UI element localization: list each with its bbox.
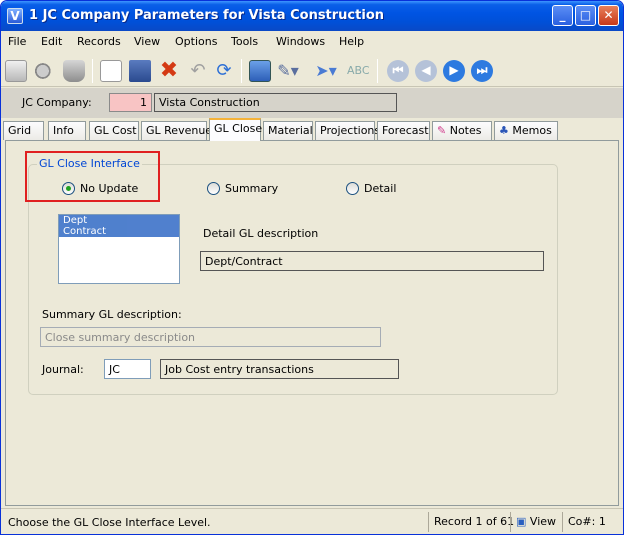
gl-close-panel: GL Close Interface No Update Summary Det…	[5, 140, 619, 506]
menu-edit[interactable]: Edit	[41, 35, 62, 48]
menu-bar: File Edit Records View Options Tools Win…	[1, 31, 623, 53]
record-counter: Record 1 of 61	[428, 512, 519, 532]
radio-circle	[207, 182, 220, 195]
tab-label: GL Revenue	[146, 124, 213, 137]
radio-circle	[346, 182, 359, 195]
related-records-icon[interactable]: ➤▾	[315, 60, 337, 82]
highlight-annotation	[25, 151, 160, 202]
maximize-button[interactable]: □	[575, 5, 596, 26]
menu-file[interactable]: File	[8, 35, 26, 48]
summary-gl-description-label: Summary GL description:	[42, 308, 182, 321]
company-name-display: Vista Construction	[154, 93, 397, 112]
toolbar-separator	[377, 59, 378, 83]
tab-projections[interactable]: Projections	[315, 121, 380, 140]
tab-label: Memos	[512, 124, 552, 137]
last-record-icon[interactable]: ⏭	[471, 60, 493, 82]
tab-label: Notes	[449, 124, 482, 137]
menu-records[interactable]: Records	[77, 35, 121, 48]
pushpin-icon: ✎	[437, 124, 447, 137]
company-label: JC Company:	[22, 96, 92, 109]
tab-gl-cost[interactable]: GL Cost	[89, 121, 139, 140]
tab-label: Grid	[8, 124, 32, 137]
previous-record-icon[interactable]: ◀	[415, 60, 437, 82]
window-title: 1 JC Company Parameters for Vista Constr…	[29, 8, 384, 23]
menu-windows[interactable]: Windows	[276, 35, 325, 48]
tab-strip: Grid Info GL Cost GL Revenue GL Close Ma…	[1, 118, 623, 141]
detail-gl-description-label: Detail GL description	[203, 227, 319, 240]
spell-check-icon[interactable]: ABC	[347, 60, 370, 82]
app-window: V 1 JC Company Parameters for Vista Cons…	[0, 0, 624, 535]
tab-memos[interactable]: ♣ Memos	[494, 121, 558, 140]
menu-help[interactable]: Help	[339, 35, 364, 48]
tab-label: Info	[53, 124, 74, 137]
tab-label: GL Cost	[94, 124, 137, 137]
tab-label: Forecast	[382, 124, 429, 137]
tab-label: GL Close	[214, 122, 263, 135]
vista-app-icon[interactable]: V	[7, 8, 23, 24]
lookup-icon[interactable]	[34, 60, 56, 82]
tab-label: Material	[268, 124, 313, 137]
edit-record-icon[interactable]	[5, 60, 27, 82]
list-item[interactable]: Dept	[59, 215, 179, 226]
refresh-icon[interactable]: ⟳	[213, 60, 235, 82]
tab-notes[interactable]: ✎ Notes	[432, 121, 492, 140]
radio-label: Summary	[225, 182, 279, 195]
title-bar[interactable]: V 1 JC Company Parameters for Vista Cons…	[1, 1, 623, 31]
company-row: JC Company: 1 Vista Construction	[1, 88, 623, 118]
tab-gl-revenue[interactable]: GL Revenue	[141, 121, 212, 140]
undo-icon[interactable]: ↶	[187, 60, 209, 82]
minimize-button[interactable]: _	[552, 5, 573, 26]
new-record-icon[interactable]	[100, 60, 122, 82]
journal-label: Journal:	[42, 363, 84, 376]
delete-icon[interactable]: ✖	[158, 60, 180, 82]
company-indicator-text: Co#: 1	[568, 515, 606, 528]
monitor-icon: ▣	[516, 515, 527, 528]
company-indicator: Co#: 1	[562, 512, 611, 532]
tab-info[interactable]: Info	[48, 121, 86, 140]
status-bar: Choose the GL Close Interface Level. Rec…	[1, 508, 623, 534]
first-record-icon[interactable]: ⏮	[387, 60, 409, 82]
save-icon[interactable]	[129, 60, 151, 82]
company-number-input[interactable]: 1	[109, 93, 152, 112]
journal-code-input[interactable]: JC	[104, 359, 151, 379]
menu-options[interactable]: Options	[175, 35, 217, 48]
menu-tools[interactable]: Tools	[231, 35, 258, 48]
tab-gl-close[interactable]: GL Close	[209, 118, 263, 141]
tab-label: Projections	[320, 124, 381, 137]
next-record-icon[interactable]: ▶	[443, 60, 465, 82]
tab-forecast[interactable]: Forecast	[377, 121, 430, 140]
radio-label: Detail	[364, 182, 397, 195]
view-mode: ▣ View	[510, 512, 561, 532]
detail-order-listbox[interactable]: Dept Contract	[58, 214, 180, 284]
status-message: Choose the GL Close Interface Level.	[8, 516, 211, 529]
summary-gl-description-field[interactable]: Close summary description	[40, 327, 381, 347]
journal-description-display: Job Cost entry transactions	[160, 359, 399, 379]
toolbar-separator	[241, 59, 242, 83]
menu-view[interactable]: View	[134, 35, 160, 48]
close-button[interactable]: ✕	[598, 5, 619, 26]
detail-gl-description-field[interactable]: Dept/Contract	[200, 251, 544, 271]
view-mode-text: View	[529, 515, 557, 528]
attach-clip-icon[interactable]: ✎▾	[277, 60, 299, 82]
record-counter-text: Record 1 of 61	[434, 515, 515, 528]
attachment-icon[interactable]	[63, 60, 85, 82]
calculator-icon[interactable]	[249, 60, 271, 82]
toolbar-separator	[92, 59, 93, 83]
toolbar: ✖ ↶ ⟳ ✎▾ ➤▾ ABC ⏮ ◀ ▶ ⏭	[1, 53, 623, 87]
tab-material[interactable]: Material	[263, 121, 313, 140]
tab-grid[interactable]: Grid	[3, 121, 44, 140]
org-chart-icon: ♣	[499, 124, 509, 137]
list-item[interactable]: Contract	[59, 226, 179, 237]
